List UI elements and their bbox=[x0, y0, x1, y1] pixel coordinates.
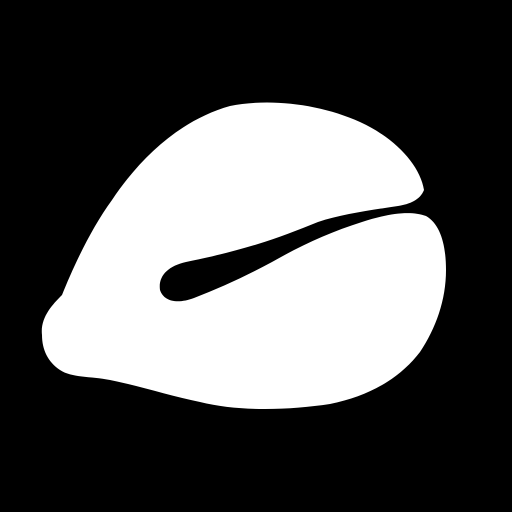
mask-canvas bbox=[0, 0, 512, 512]
silhouette-svg bbox=[0, 0, 512, 512]
